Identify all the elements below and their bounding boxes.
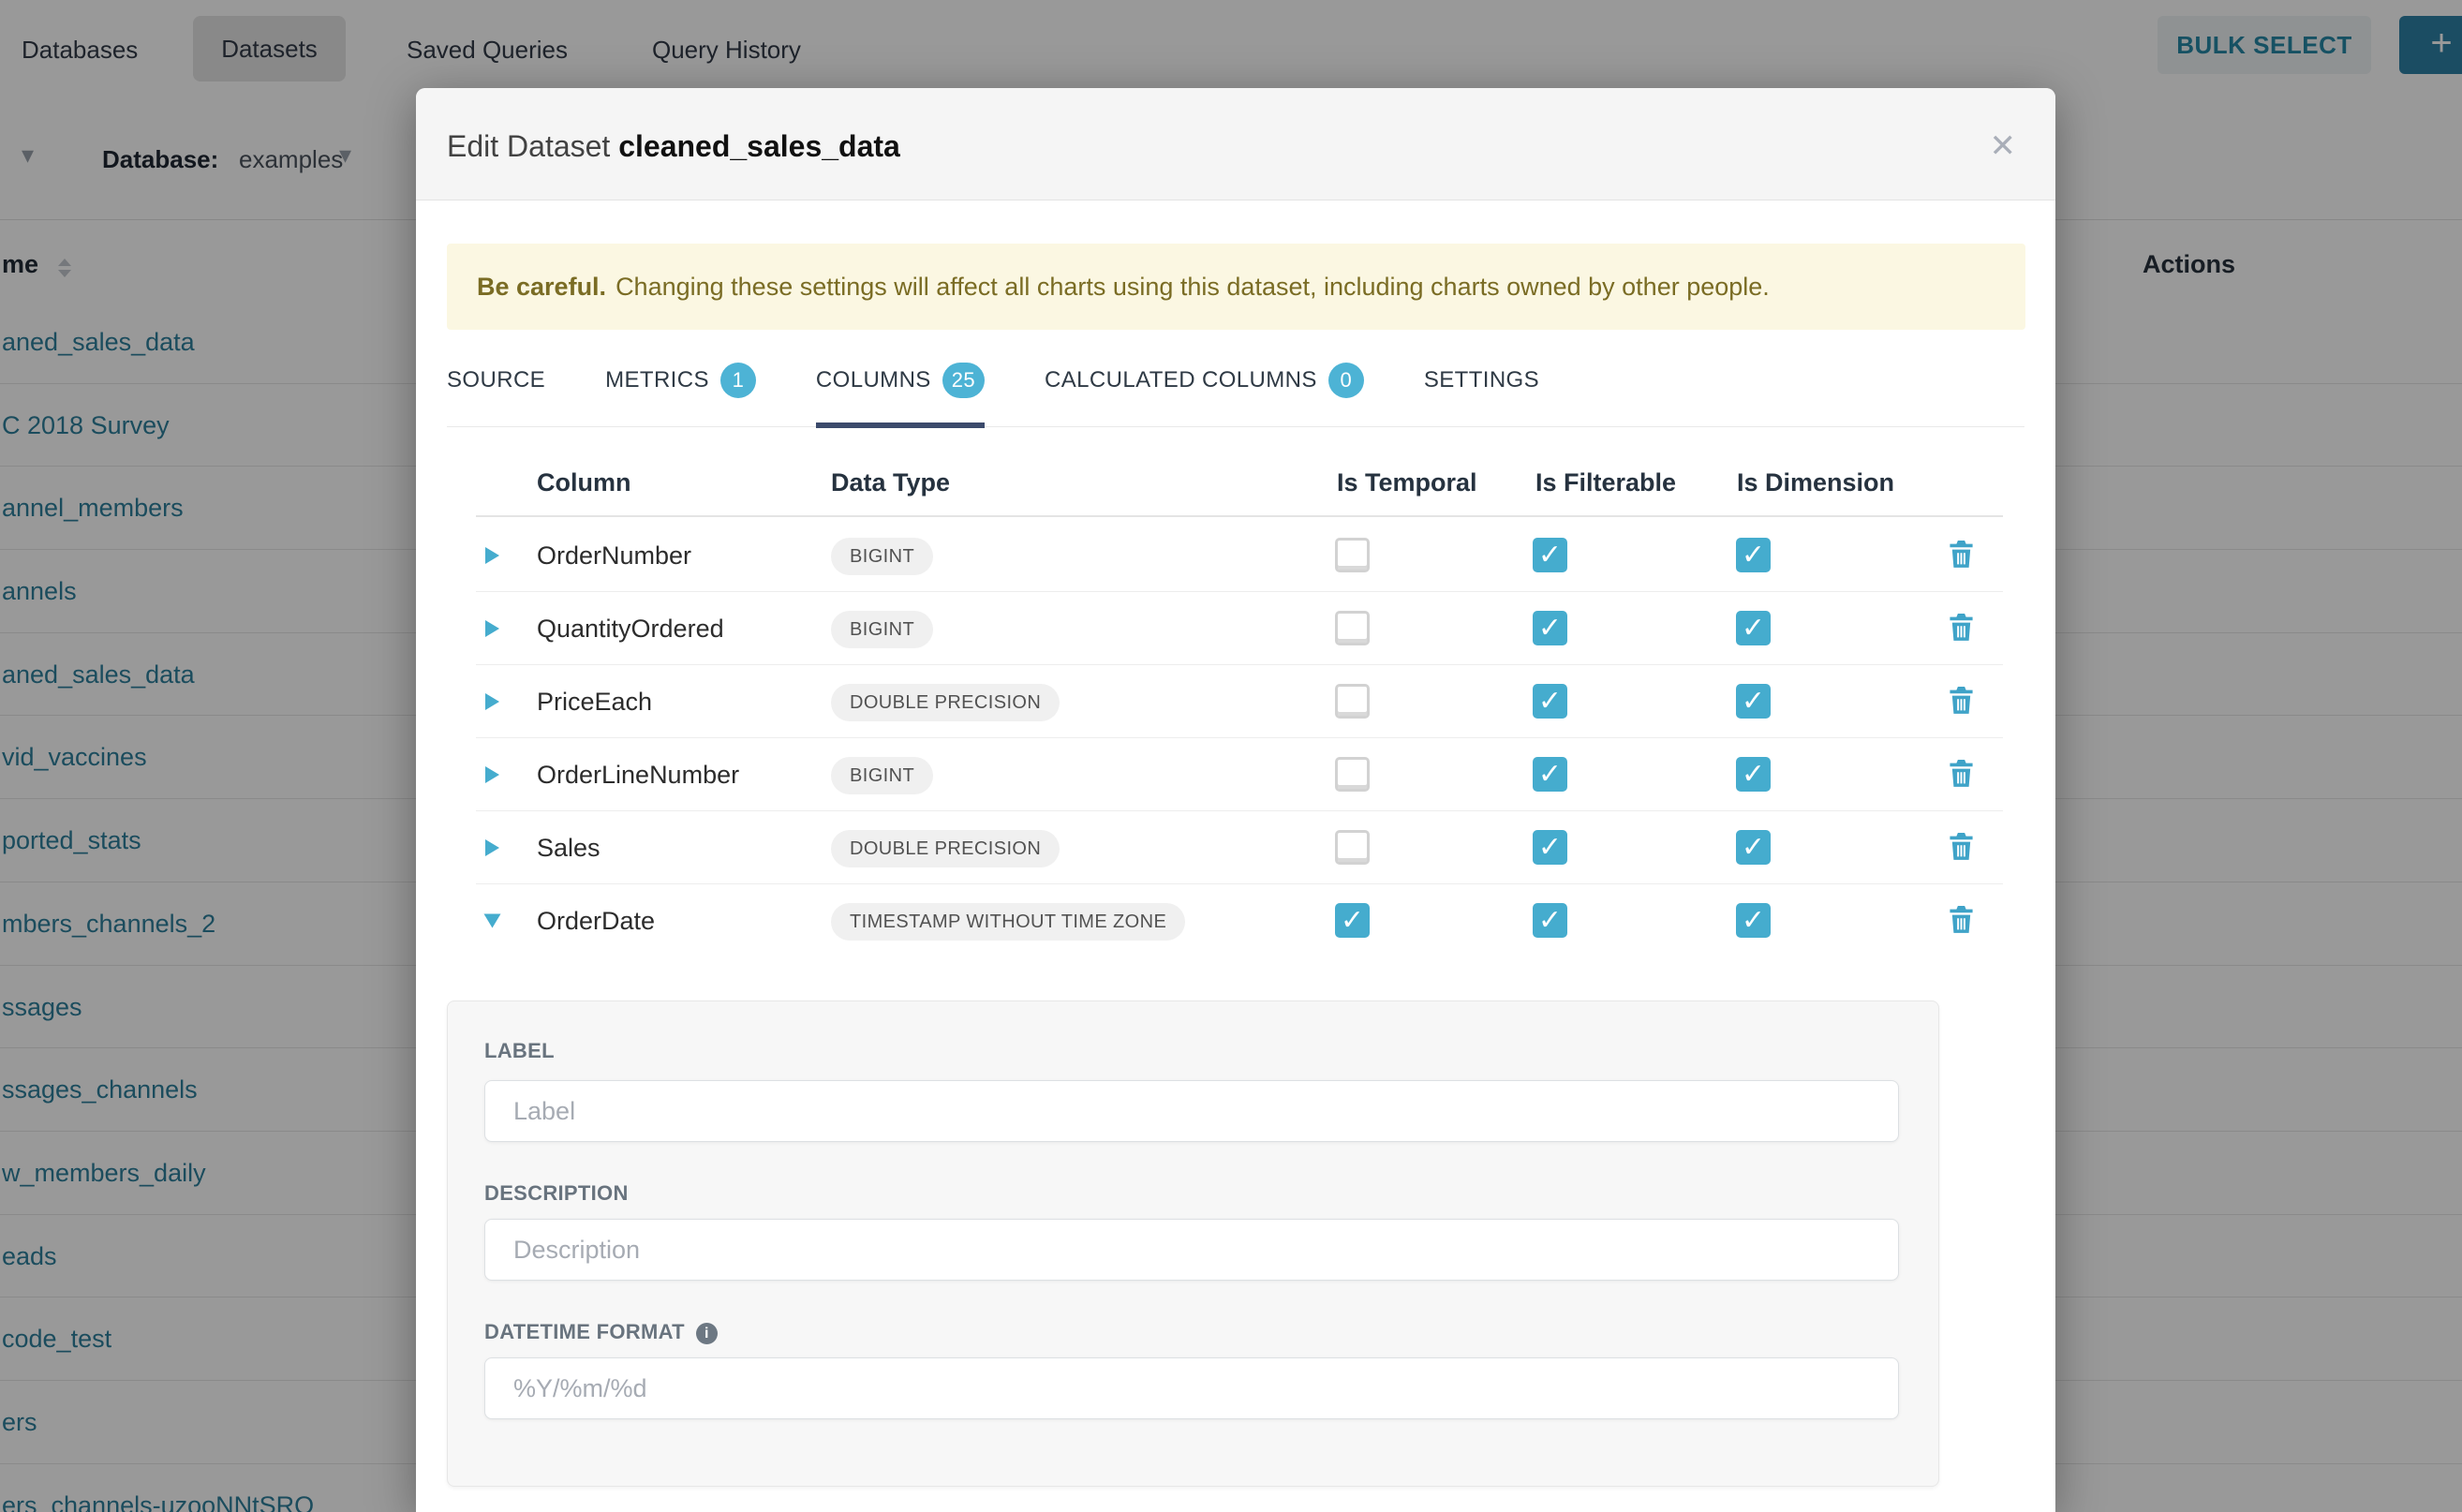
table-row: PriceEach DOUBLE PRECISION: [476, 665, 2003, 738]
is-temporal-checkbox[interactable]: [1335, 684, 1370, 719]
is-filterable-checkbox[interactable]: [1533, 830, 1567, 865]
description-input[interactable]: [484, 1219, 1899, 1281]
is-filterable-header: Is Filterable: [1535, 468, 1676, 497]
is-filterable-checkbox[interactable]: [1533, 757, 1567, 792]
is-filterable-checkbox[interactable]: [1533, 684, 1567, 719]
tab-label: METRICS: [605, 367, 709, 393]
data-type-pill: DOUBLE PRECISION: [831, 684, 1060, 721]
column-name: Sales: [537, 834, 601, 863]
screen: Databases Datasets Saved Queries Query H…: [0, 0, 2462, 1512]
table-row: Sales DOUBLE PRECISION: [476, 811, 2003, 884]
data-type-pill: BIGINT: [831, 611, 933, 648]
data-type-pill: BIGINT: [831, 757, 933, 794]
datetime-format-field-label: DATETIME FORMAT i: [484, 1320, 718, 1344]
tab-metrics[interactable]: METRICS 1: [605, 356, 756, 427]
tab-label: SOURCE: [447, 367, 545, 393]
delete-column-icon[interactable]: [1949, 687, 1974, 719]
count-badge: 0: [1328, 363, 1364, 398]
columns-table-header: Column Data Type Is Temporal Is Filterab…: [476, 463, 2003, 517]
tab-source[interactable]: SOURCE: [447, 356, 545, 427]
is-temporal-checkbox[interactable]: [1335, 830, 1370, 865]
delete-column-icon[interactable]: [1949, 906, 1974, 938]
is-temporal-checkbox[interactable]: [1335, 538, 1370, 572]
column-name: PriceEach: [537, 688, 652, 717]
close-icon[interactable]: ✕: [1990, 127, 2017, 165]
data-type-header: Data Type: [831, 468, 950, 497]
is-filterable-checkbox[interactable]: [1533, 538, 1567, 572]
label-input[interactable]: [484, 1080, 1899, 1142]
is-dimension-header: Is Dimension: [1737, 468, 1894, 497]
count-badge: 1: [720, 363, 756, 398]
tab-columns[interactable]: COLUMNS 25: [816, 356, 985, 427]
is-dimension-checkbox[interactable]: [1736, 830, 1771, 865]
table-row: OrderLineNumber BIGINT: [476, 738, 2003, 811]
is-temporal-checkbox[interactable]: [1335, 757, 1370, 792]
is-dimension-checkbox[interactable]: [1736, 611, 1771, 645]
expand-caret-icon[interactable]: [485, 839, 499, 856]
delete-column-icon[interactable]: [1949, 614, 1974, 645]
expand-caret-icon[interactable]: [485, 620, 499, 637]
data-type-pill: TIMESTAMP WITHOUT TIME ZONE: [831, 903, 1185, 941]
delete-column-icon[interactable]: [1949, 760, 1974, 792]
tab-calculated-columns[interactable]: CALCULATED COLUMNS 0: [1045, 356, 1364, 427]
datetime-format-label-text: DATETIME FORMAT: [484, 1320, 685, 1343]
tab-label: COLUMNS: [816, 367, 931, 393]
tab-label: SETTINGS: [1424, 367, 1539, 393]
warning-bold-text: Be careful.: [477, 273, 606, 302]
count-badge: 25: [942, 363, 985, 398]
warning-text: Changing these settings will affect all …: [616, 273, 1770, 302]
column-name: OrderDate: [537, 907, 655, 936]
is-temporal-header: Is Temporal: [1337, 468, 1477, 497]
modal-header: Edit Dataset cleaned_sales_data ✕: [416, 88, 2055, 200]
is-dimension-checkbox[interactable]: [1736, 903, 1771, 938]
delete-column-icon[interactable]: [1949, 541, 1974, 572]
tab-label: CALCULATED COLUMNS: [1045, 367, 1317, 393]
column-name: OrderLineNumber: [537, 761, 739, 790]
data-type-pill: DOUBLE PRECISION: [831, 830, 1060, 867]
data-type-pill: BIGINT: [831, 538, 933, 575]
is-dimension-checkbox[interactable]: [1736, 538, 1771, 572]
tab-settings[interactable]: SETTINGS: [1424, 356, 1539, 427]
is-dimension-checkbox[interactable]: [1736, 684, 1771, 719]
table-row: QuantityOrdered BIGINT: [476, 592, 2003, 665]
column-detail-panel: LABEL DESCRIPTION DATETIME FORMAT i: [447, 1001, 1939, 1487]
is-temporal-checkbox[interactable]: [1335, 903, 1370, 938]
is-filterable-checkbox[interactable]: [1533, 611, 1567, 645]
is-dimension-checkbox[interactable]: [1736, 757, 1771, 792]
expand-caret-icon[interactable]: [485, 547, 499, 564]
column-header: Column: [537, 468, 631, 497]
column-name: OrderNumber: [537, 541, 691, 571]
delete-column-icon[interactable]: [1949, 833, 1974, 865]
column-name: QuantityOrdered: [537, 615, 724, 644]
modal-tabs: SOURCE METRICS 1 COLUMNS 25 CALCULATED C…: [447, 356, 2024, 427]
table-row: OrderNumber BIGINT: [476, 519, 2003, 592]
table-row: OrderDate TIMESTAMP WITHOUT TIME ZONE: [476, 884, 2003, 957]
modal-title: Edit Dataset cleaned_sales_data: [447, 129, 900, 164]
columns-table: OrderNumber BIGINT QuantityOrdered BIGIN…: [476, 519, 2003, 957]
modal-title-dataset-name: cleaned_sales_data: [618, 129, 900, 163]
label-field-label: LABEL: [484, 1039, 555, 1063]
is-temporal-checkbox[interactable]: [1335, 611, 1370, 645]
expand-caret-icon[interactable]: [485, 766, 499, 783]
expand-caret-icon[interactable]: [485, 693, 499, 710]
collapse-caret-icon[interactable]: [484, 914, 501, 928]
datetime-format-input[interactable]: [484, 1357, 1899, 1419]
is-filterable-checkbox[interactable]: [1533, 903, 1567, 938]
warning-banner: Be careful. Changing these settings will…: [447, 244, 2025, 330]
info-icon[interactable]: i: [696, 1323, 718, 1344]
description-field-label: DESCRIPTION: [484, 1181, 629, 1206]
modal-title-prefix: Edit Dataset: [447, 129, 610, 163]
edit-dataset-modal: Edit Dataset cleaned_sales_data ✕ Be car…: [416, 88, 2055, 1512]
